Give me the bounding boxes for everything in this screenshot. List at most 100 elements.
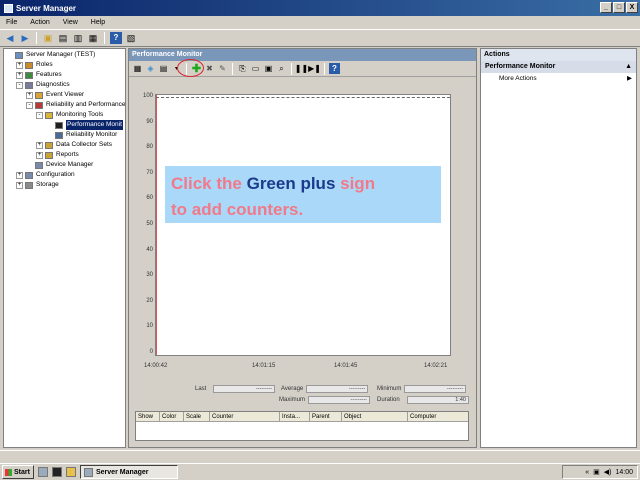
tree-item[interactable]: + Configuration [4, 170, 125, 180]
expand-icon[interactable]: + [16, 171, 23, 179]
back-arrow-icon[interactable]: ◀ [4, 32, 16, 44]
forward-arrow-icon[interactable]: ▶ [19, 32, 31, 44]
change-graph-type-icon[interactable]: ▤ [158, 63, 169, 74]
highlight-icon[interactable]: ✎ [217, 63, 228, 74]
tree-item[interactable]: + Features [4, 70, 125, 80]
tree-item-label: Performance Monit [66, 120, 123, 130]
tray-expand-icon[interactable]: « [585, 469, 589, 476]
more-actions-item[interactable]: More Actions ▶ [481, 73, 636, 85]
view-log-data-icon[interactable]: ◈ [145, 63, 156, 74]
col-parent[interactable]: Parent [310, 412, 342, 421]
freeze-display-icon[interactable]: ❚❚ [295, 63, 308, 74]
stat-maximum: Maximum --------- [279, 396, 371, 404]
tree-item[interactable]: Performance Monit [4, 120, 125, 130]
collapse-icon[interactable]: - [26, 101, 33, 109]
pane-title: Performance Monitor [129, 49, 476, 61]
actions-section-header[interactable]: Performance Monitor ▲ [481, 61, 636, 73]
menu-action[interactable]: Action [30, 19, 49, 26]
properties-icon[interactable]: ▦ [87, 32, 99, 44]
collapse-icon[interactable]: - [16, 81, 23, 89]
explorer-quicklaunch-icon[interactable] [66, 467, 76, 477]
tree-item[interactable]: + Storage [4, 180, 125, 190]
zoom-icon[interactable]: ⌕ [276, 63, 287, 74]
y-tick-label: 70 [146, 169, 153, 176]
col-color[interactable]: Color [160, 412, 184, 421]
clock[interactable]: 14:00 [615, 469, 633, 476]
close-button[interactable]: X [626, 2, 638, 13]
tree-item[interactable]: - Monitoring Tools [4, 110, 125, 120]
tree-node-icon [45, 141, 53, 149]
update-data-icon[interactable]: ▶❚ [308, 63, 321, 74]
menu-help[interactable]: Help [91, 19, 105, 26]
details-pane-icon[interactable]: ▧ [125, 32, 137, 44]
menu-file[interactable]: File [6, 19, 17, 26]
properties-icon[interactable]: ▣ [263, 63, 274, 74]
x-tick-label: 14:01:15 [252, 363, 276, 369]
tree-item[interactable]: Server Manager (TEST) [4, 50, 125, 60]
server-manager-icon [4, 3, 13, 13]
server-manager-quicklaunch-icon[interactable] [38, 467, 48, 477]
collapse-arrow-icon[interactable]: ▲ [625, 61, 632, 73]
command-prompt-quicklaunch-icon[interactable] [52, 467, 62, 477]
y-tick-label: 80 [146, 144, 153, 151]
statistics-bar: Last --------- Average --------- Minimum --… [147, 385, 477, 407]
delete-counter-icon[interactable]: ✖ [204, 63, 215, 74]
tree-node-icon [25, 71, 33, 79]
menu-view[interactable]: View [63, 19, 78, 26]
col-computer[interactable]: Computer [408, 412, 468, 421]
y-tick-label: 60 [146, 195, 153, 202]
tree-node-icon [35, 91, 43, 99]
network-icon[interactable]: ▣ [593, 468, 600, 476]
col-object[interactable]: Object [342, 412, 408, 421]
tree-item[interactable]: Reliability Monitor [4, 130, 125, 140]
windows-flag-icon [5, 468, 12, 476]
tree-item-label: Features [36, 71, 62, 78]
col-scale[interactable]: Scale [184, 412, 210, 421]
help-icon[interactable]: ? [329, 63, 340, 74]
taskbar: Start Server Manager « ▣ ◀) 14:00 [0, 463, 640, 480]
expand-icon[interactable]: + [36, 151, 43, 159]
col-counter[interactable]: Counter [210, 412, 280, 421]
taskbar-server-manager[interactable]: Server Manager [80, 465, 178, 479]
view-current-activity-icon[interactable]: ▦ [132, 63, 143, 74]
copy-properties-icon[interactable]: ⎘ [237, 63, 248, 74]
expand-icon[interactable]: + [16, 71, 23, 79]
counter-table[interactable]: Show Color Scale Counter Insta... Parent… [135, 411, 469, 441]
expand-icon[interactable]: + [36, 141, 43, 149]
expand-icon[interactable]: + [26, 91, 33, 99]
expand-icon[interactable]: + [16, 61, 23, 69]
export-list-icon[interactable]: ▥ [72, 32, 84, 44]
col-instance[interactable]: Insta... [280, 412, 310, 421]
start-button[interactable]: Start [2, 465, 34, 479]
tree-item[interactable]: + Roles [4, 60, 125, 70]
tree-item[interactable]: Device Manager [4, 160, 125, 170]
tree-item[interactable]: - Reliability and Performance [4, 100, 125, 110]
collapse-icon[interactable]: - [36, 111, 43, 119]
y-tick-label: 20 [146, 297, 153, 304]
tree-item[interactable]: + Event Viewer [4, 90, 125, 100]
y-tick-label: 100 [142, 93, 153, 99]
minimize-button[interactable]: _ [600, 2, 612, 13]
stat-last: Last --------- [195, 385, 276, 393]
paste-counter-list-icon[interactable]: ▭ [250, 63, 261, 74]
performance-toolbar: ▦ ◈ ▤ ▾ ✚ ✖ ✎ ⎘ ▭ ▣ ⌕ ❚❚ ▶❚ ? [129, 59, 476, 77]
y-tick-label: 0 [149, 349, 153, 355]
maximize-button[interactable]: □ [613, 2, 625, 13]
x-tick-label: 14:02:21 [424, 363, 448, 369]
show-tree-icon[interactable]: ▤ [57, 32, 69, 44]
tree-item[interactable]: + Reports [4, 150, 125, 160]
stat-average: Average --------- [281, 385, 369, 393]
tree-item-label: Reliability Monitor [66, 131, 118, 138]
volume-icon[interactable]: ◀) [604, 468, 612, 476]
up-folder-icon[interactable]: ▣ [42, 32, 54, 44]
tree-item-label: Storage [36, 181, 59, 188]
graph-top-line [156, 97, 450, 98]
col-show[interactable]: Show [136, 412, 160, 421]
line-graph-area: 100 90 80 70 60 50 40 30 20 10 0 14:00:42 14:01:15 14… [143, 93, 451, 369]
help-icon[interactable]: ? [110, 32, 122, 44]
tree-item[interactable]: - Diagnostics [4, 80, 125, 90]
tree-item[interactable]: + Data Collector Sets [4, 140, 125, 150]
expand-icon[interactable]: + [16, 181, 23, 189]
tree-item-label: Monitoring Tools [56, 111, 104, 118]
tree-node-icon [25, 81, 33, 89]
